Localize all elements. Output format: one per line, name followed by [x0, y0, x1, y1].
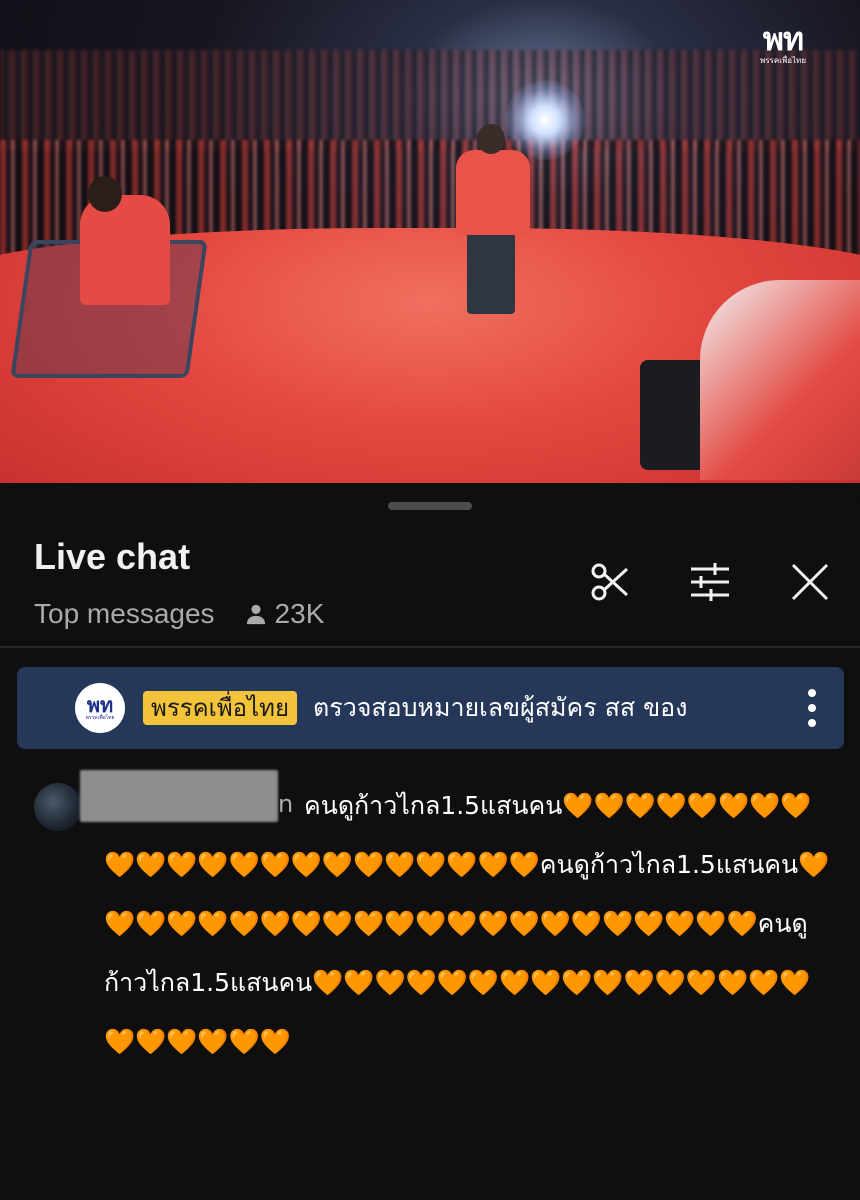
speaker-body [456, 150, 530, 235]
more-options-button[interactable] [806, 689, 818, 727]
video-player[interactable]: พท พรรคเพื่อไทย [0, 0, 860, 483]
message-author-avatar[interactable] [34, 783, 82, 831]
viewer-count-value: 23K [274, 598, 325, 629]
seated-person-left [80, 195, 170, 305]
top-messages-filter[interactable]: Top messages [34, 598, 215, 630]
scissors-icon [591, 563, 629, 601]
chat-message-text: คนดูก้าวไกล1.5แสนคน🧡🧡🧡🧡🧡🧡🧡🧡🧡🧡🧡🧡🧡🧡🧡🧡🧡🧡🧡🧡🧡… [104, 776, 834, 1071]
close-button[interactable] [786, 558, 834, 606]
avatar-subtitle: พรรคเพื่อไทย [85, 715, 115, 721]
arena-upper-stands [0, 50, 860, 150]
pinned-message-banner[interactable]: พท พรรคเพื่อไทย พรรคเพื่อไทย ตรวจสอบหมาย… [17, 667, 844, 749]
seated-person-left-head [88, 176, 122, 212]
pinned-author-badge[interactable]: พรรคเพื่อไทย [143, 691, 298, 725]
pinned-message-text: ตรวจสอบหมายเลขผู้สมัคร สส ของ [313, 693, 688, 722]
live-chat-title: Live chat [34, 536, 191, 577]
speaker-legs [467, 232, 515, 314]
clip-button[interactable] [586, 558, 634, 606]
drag-handle[interactable] [388, 502, 472, 510]
close-icon [791, 563, 829, 601]
chat-filter-row: Top messages 23K [34, 594, 324, 634]
chat-settings-button[interactable] [686, 558, 734, 606]
message-body: คนดูก้าวไกล1.5แสนคน🧡🧡🧡🧡🧡🧡🧡🧡🧡🧡🧡🧡🧡🧡🧡🧡🧡🧡🧡🧡🧡… [104, 791, 830, 1056]
live-chat-panel: Live chat Top messages 23K พท พรรคเพื่อไ… [0, 486, 860, 1200]
header-divider [0, 646, 860, 648]
speaker-head [477, 124, 505, 154]
more-vert-icon [808, 689, 816, 697]
logo-subtitle: พรรคเพื่อไทย [759, 56, 806, 65]
logo-mark: พท [762, 20, 804, 58]
channel-watermark-logo: พท พรรคเพื่อไทย [748, 22, 818, 66]
viewer-count: 23K [245, 598, 325, 630]
avatar-mark: พท [86, 693, 114, 717]
pinned-author-avatar[interactable]: พท พรรคเพื่อไทย [75, 683, 125, 733]
seated-person-right [700, 280, 860, 480]
sliders-icon [691, 563, 729, 601]
stage-spotlight [505, 80, 585, 160]
person-icon [246, 604, 265, 625]
